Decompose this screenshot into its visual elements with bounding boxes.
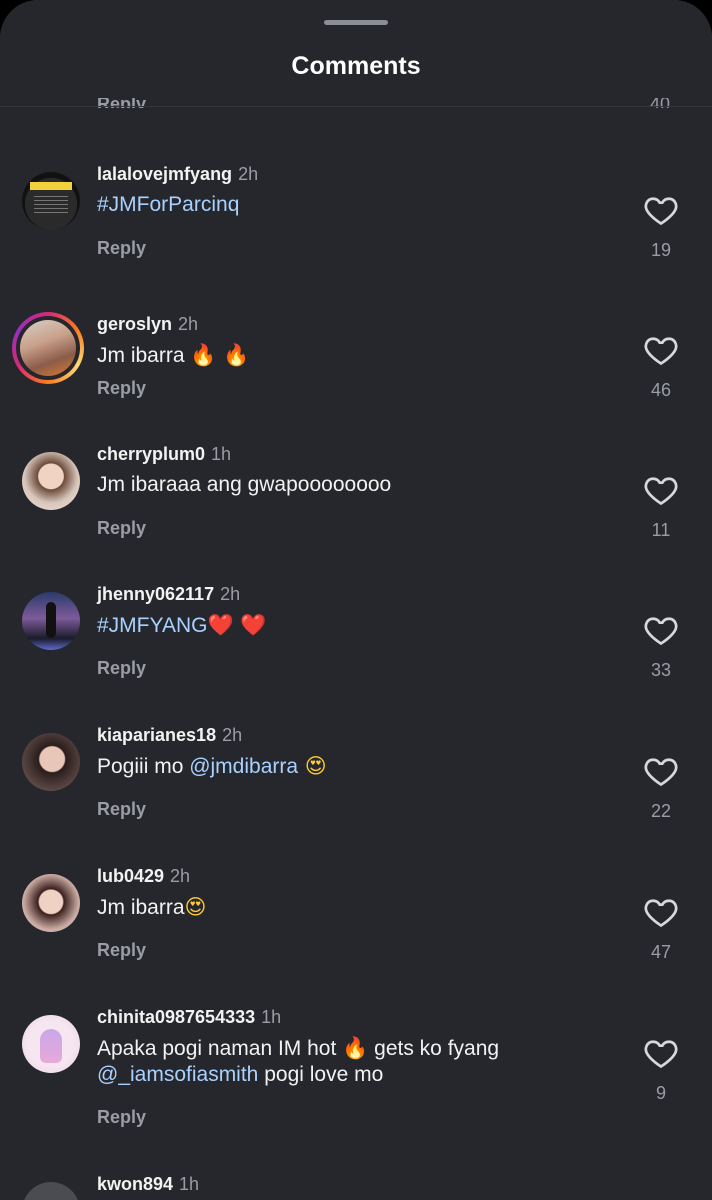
fire-emoji-icon: 🔥 <box>342 1036 369 1060</box>
comment-text: Jm ibarra 🔥 🔥 <box>97 343 250 367</box>
avatar[interactable] <box>22 1015 80 1073</box>
red-heart-emoji-icon: ❤️ ❤️ <box>207 613 267 637</box>
username[interactable]: kiaparianes18 <box>97 725 216 745</box>
avatar <box>20 320 76 376</box>
comment-text: #JMForParcinq <box>97 192 617 218</box>
username[interactable]: kwon894 <box>97 1174 173 1194</box>
heart-icon[interactable] <box>643 192 679 228</box>
avatar[interactable] <box>22 733 80 791</box>
fire-emoji-icon: 🔥 🔥 <box>190 343 250 367</box>
avatar-with-story-ring[interactable] <box>12 312 84 384</box>
sheet-header: Comments <box>0 0 712 98</box>
reply-button[interactable]: Reply <box>97 378 146 399</box>
heart-icon[interactable] <box>643 1035 679 1071</box>
timestamp: 2h <box>238 164 259 184</box>
username[interactable]: lalalovejmfyang <box>97 164 232 184</box>
comments-sheet: Reply 40 lalalovejmfyang 2h #JMForParcinq… <box>0 0 712 1200</box>
comment-text: Pogiii mo @jmdibarra 😍 <box>97 754 327 778</box>
like-count: 11 <box>651 520 671 540</box>
comment-meta: chinita0987654333 1h <box>97 1007 281 1028</box>
reply-button[interactable]: Reply <box>97 518 146 539</box>
timestamp: 2h <box>170 866 191 886</box>
heart-icon[interactable] <box>643 472 679 508</box>
hashtag-link[interactable]: #JMFYANG <box>97 614 207 637</box>
avatar[interactable] <box>22 592 80 650</box>
username[interactable]: lub0429 <box>97 866 164 886</box>
mention-link[interactable]: @_iamsofiasmith <box>97 1063 258 1086</box>
comment-meta: kiaparianes18 2h <box>97 725 242 746</box>
reply-button[interactable]: Reply <box>97 940 146 961</box>
header-divider <box>0 106 712 107</box>
avatar[interactable] <box>22 874 80 932</box>
mention-link[interactable]: @jmdibarra <box>189 755 298 778</box>
hashtag-link[interactable]: #JMForParcinq <box>97 193 239 216</box>
reply-button[interactable]: Reply <box>97 238 146 259</box>
comments-list[interactable]: Reply 40 lalalovejmfyang 2h #JMForParcinq… <box>0 0 712 1200</box>
heart-eyes-emoji-icon: 😍 <box>184 895 207 919</box>
like-count: 22 <box>650 801 672 821</box>
comment-meta: cherryplum0 1h <box>97 444 231 465</box>
reply-button[interactable]: Reply <box>97 799 146 820</box>
timestamp: 1h <box>179 1174 200 1194</box>
comment-meta: kwon894 1h <box>97 1174 199 1195</box>
username[interactable]: geroslyn <box>97 314 172 334</box>
heart-icon[interactable] <box>643 612 679 648</box>
like-count: 33 <box>650 660 672 680</box>
like-count: 9 <box>655 1083 666 1103</box>
like-count: 19 <box>650 240 672 260</box>
page-title: Comments <box>291 52 421 80</box>
drag-handle[interactable] <box>324 20 388 25</box>
comment-text: Jm ibarra😍 <box>97 895 207 919</box>
comment-text: Jm ibaraaa ang gwapoooooooo <box>97 473 392 496</box>
comment-meta: jhenny062117 2h <box>97 584 240 605</box>
heart-icon[interactable] <box>643 332 679 368</box>
username[interactable]: cherryplum0 <box>97 444 205 464</box>
comment-text: Apaka pogi naman IM hot 🔥 gets ko fyang @… <box>97 1036 500 1086</box>
heart-icon[interactable] <box>643 753 679 789</box>
reply-button[interactable]: Reply <box>97 658 146 679</box>
avatar[interactable] <box>22 172 80 230</box>
timestamp: 1h <box>211 444 232 464</box>
comment-meta: lub0429 2h <box>97 866 190 887</box>
heart-icon[interactable] <box>643 894 679 930</box>
avatar[interactable] <box>22 452 80 510</box>
username[interactable]: jhenny062117 <box>97 584 214 604</box>
comment-meta: lalalovejmfyang 2h <box>97 164 258 185</box>
reply-button[interactable]: Reply <box>97 1107 146 1128</box>
heart-eyes-emoji-icon: 😍 <box>298 754 327 778</box>
timestamp: 1h <box>261 1007 282 1027</box>
timestamp: 2h <box>178 314 199 334</box>
comment-meta: geroslyn 2h <box>97 314 198 335</box>
avatar[interactable] <box>22 1182 80 1200</box>
fandom-banner-icon <box>30 182 72 190</box>
username[interactable]: chinita0987654333 <box>97 1007 255 1027</box>
like-count: 47 <box>650 942 672 962</box>
comment-text: #JMFYANG❤️ ❤️ <box>97 612 617 639</box>
like-count: 46 <box>650 380 672 400</box>
timestamp: 2h <box>222 725 243 745</box>
timestamp: 2h <box>220 584 241 604</box>
